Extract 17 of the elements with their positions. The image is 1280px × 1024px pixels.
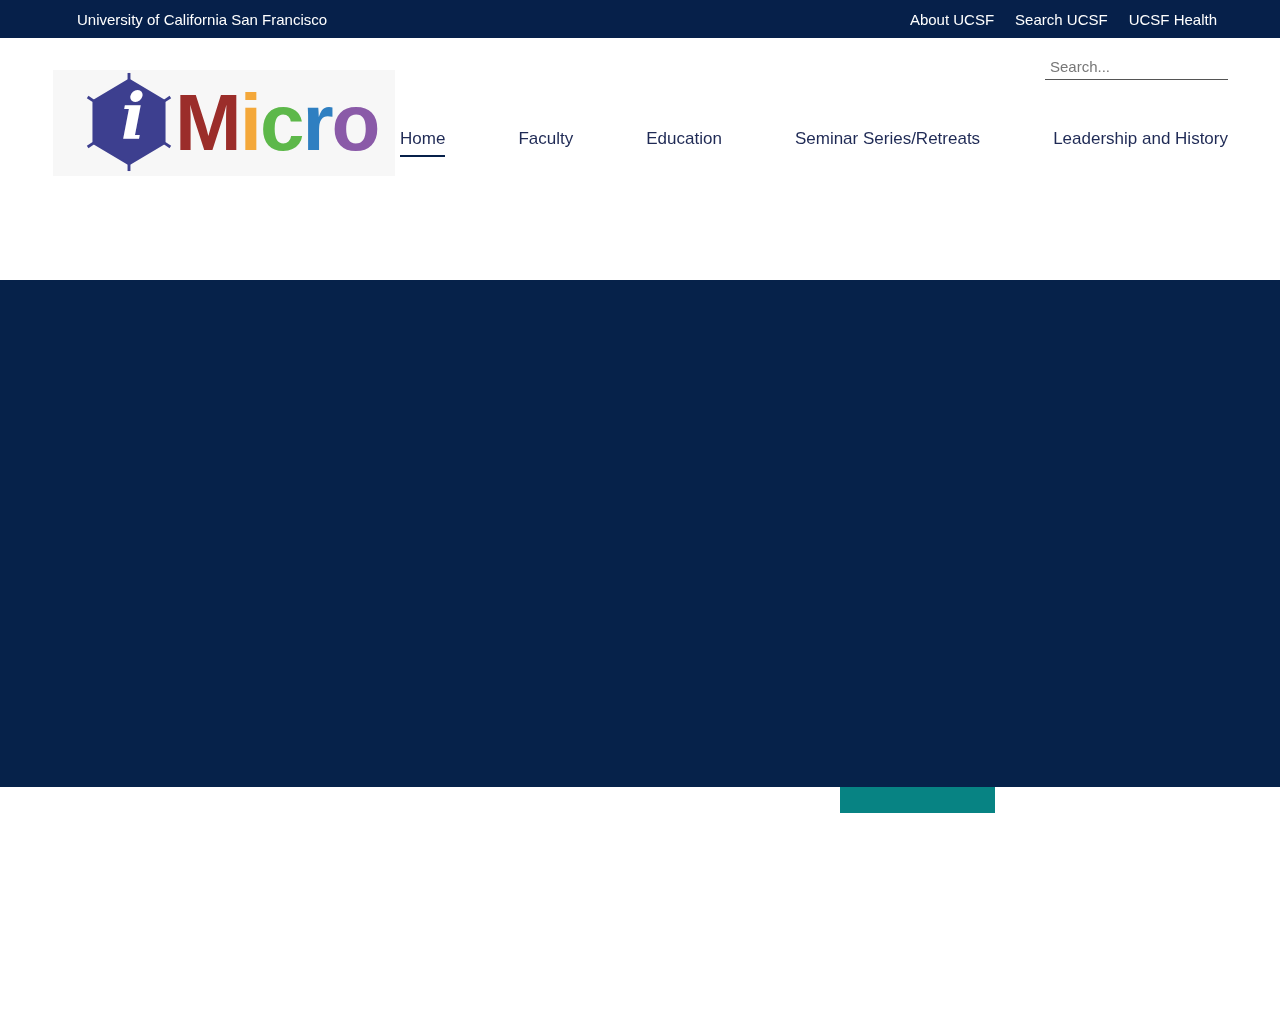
top-link[interactable]: UCSF Health — [1128, 10, 1217, 28]
top-link[interactable]: About UCSF — [909, 10, 995, 28]
logo-letter: i — [121, 84, 146, 148]
logo-letter: M — [175, 83, 240, 163]
top-link[interactable]: Search UCSF — [1015, 10, 1108, 28]
logo-letter: i — [239, 83, 260, 163]
nav-link[interactable]: Education — [646, 129, 722, 157]
hexagon-icon — [85, 72, 173, 172]
logo-letter: r — [302, 83, 332, 163]
nav-link[interactable]: Seminar Series/Retreats — [794, 129, 981, 157]
nav-link[interactable]: Home — [400, 129, 446, 157]
logo-letter: c — [259, 83, 303, 163]
university-name: University of California San Francisco — [77, 10, 328, 28]
logo-letter: o — [331, 83, 379, 163]
nav-link[interactable]: Faculty — [518, 129, 574, 157]
nav-link[interactable]: Leadership and History — [1053, 129, 1228, 157]
logo[interactable]: i Micro — [53, 70, 395, 176]
